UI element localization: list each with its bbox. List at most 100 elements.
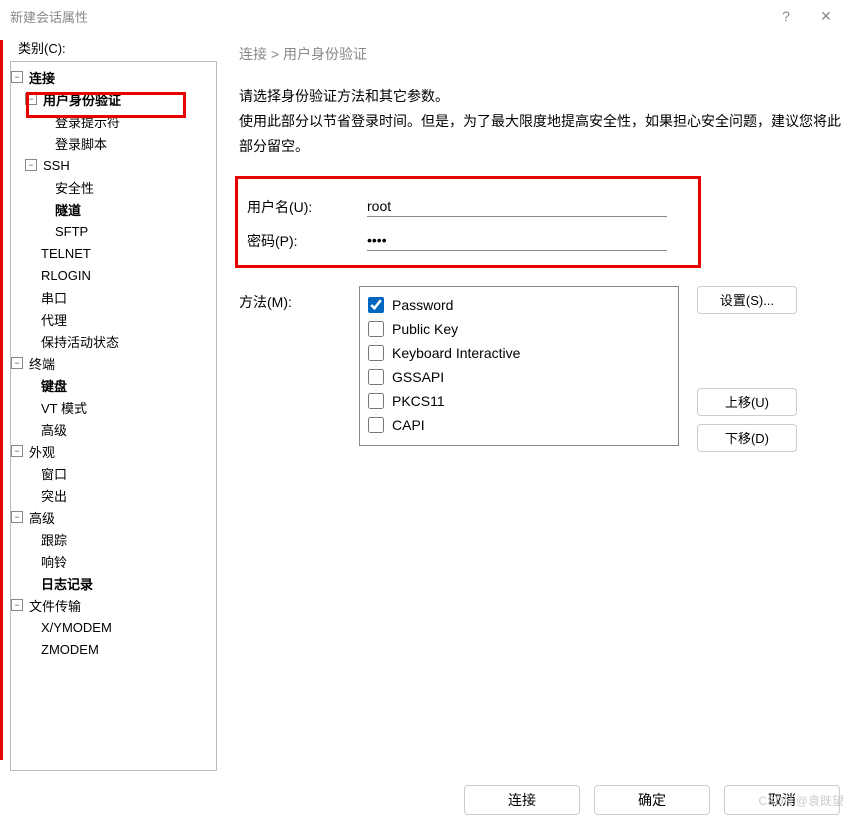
method-item[interactable]: Public Key [368,317,670,341]
tree-item-label: ZMODEM [39,642,101,657]
method-item[interactable]: PKCS11 [368,389,670,413]
tree-item[interactable]: 日志记录 [11,572,216,594]
method-label: Password [392,297,453,313]
username-label: 用户名(U): [247,197,367,217]
dialog-footer: 连接 确定 取消 [464,785,840,815]
tree-item[interactable]: TELNET [11,242,216,264]
annotation-edge [0,40,3,760]
tree-item[interactable]: 登录脚本 [11,132,216,154]
breadcrumb: 连接 > 用户身份验证 [239,44,846,64]
tree-item[interactable]: 高级 [11,418,216,440]
tree-item[interactable]: 登录提示符 [11,110,216,132]
move-down-button[interactable]: 下移(D) [697,424,797,452]
tree-item-label: 登录提示符 [53,112,122,131]
tree-item-label: 跟踪 [39,530,69,549]
tree-item[interactable]: −文件传输 [11,594,216,616]
titlebar: 新建会话属性 ? ✕ [0,0,856,32]
tree-item[interactable]: 键盘 [11,374,216,396]
password-input[interactable] [367,230,667,251]
tree-item-label: 安全性 [53,178,96,197]
tree-item[interactable]: 保持活动状态 [11,330,216,352]
tree-item[interactable]: 跟踪 [11,528,216,550]
tree-item-label: 登录脚本 [53,134,109,153]
tree-item[interactable]: −高级 [11,506,216,528]
password-label: 密码(P): [247,231,367,251]
tree-item-label: 突出 [39,486,69,505]
tree-item-label: 串口 [39,288,69,307]
method-checkbox[interactable] [368,417,384,433]
method-label: Public Key [392,321,458,337]
method-label: CAPI [392,417,425,433]
collapse-icon[interactable]: − [25,159,37,171]
tree-item[interactable]: ZMODEM [11,638,216,660]
method-checkbox[interactable] [368,393,384,409]
tree-item-label: RLOGIN [39,268,93,283]
collapse-icon[interactable]: − [11,71,23,83]
tree-item[interactable]: −外观 [11,440,216,462]
tree-item-label: VT 模式 [39,398,89,417]
tree-item[interactable]: SFTP [11,220,216,242]
tree-item-label: 文件传输 [27,596,83,615]
tree-item[interactable]: −用户身份验证 [11,88,216,110]
method-checkbox[interactable] [368,345,384,361]
tree-item-label: 保持活动状态 [39,332,121,351]
tree-item-label: 用户身份验证 [41,90,123,109]
tree-item-label: 响铃 [39,552,69,571]
category-tree[interactable]: −连接−用户身份验证登录提示符登录脚本−SSH安全性隧道SFTPTELNETRL… [10,61,217,771]
method-label: 方法(M): [239,286,359,452]
settings-button[interactable]: 设置(S)... [697,286,797,314]
method-list[interactable]: Password Public Key Keyboard Interactive GS… [359,286,679,446]
tree-item-label: 高级 [27,508,57,527]
tree-item-label: TELNET [39,246,93,261]
tree-item-label: 日志记录 [39,574,95,593]
tree-item[interactable]: X/YMODEM [11,616,216,638]
collapse-icon[interactable]: − [25,93,37,105]
help-icon[interactable]: ? [766,8,806,24]
tree-item[interactable]: VT 模式 [11,396,216,418]
tree-item-label: 隧道 [53,200,83,219]
tree-item-label: SSH [41,158,72,173]
tree-item[interactable]: 隧道 [11,198,216,220]
collapse-icon[interactable]: − [11,357,23,369]
tree-item[interactable]: −SSH [11,154,216,176]
tree-item-label: 代理 [39,310,69,329]
move-up-button[interactable]: 上移(U) [697,388,797,416]
method-item[interactable]: GSSAPI [368,365,670,389]
tree-item-label: X/YMODEM [39,620,114,635]
window-title: 新建会话属性 [10,7,88,26]
tree-item-label: 高级 [39,420,69,439]
tree-item[interactable]: 安全性 [11,176,216,198]
tree-item[interactable]: 窗口 [11,462,216,484]
method-item[interactable]: Keyboard Interactive [368,341,670,365]
method-item[interactable]: Password [368,293,670,317]
close-icon[interactable]: ✕ [806,8,846,25]
cancel-button[interactable]: 取消 [724,785,840,815]
tree-item[interactable]: 响铃 [11,550,216,572]
tree-item[interactable]: −连接 [11,66,216,88]
method-label: GSSAPI [392,369,444,385]
collapse-icon[interactable]: − [11,445,23,457]
tree-item-label: 窗口 [39,464,69,483]
method-checkbox[interactable] [368,369,384,385]
tree-item[interactable]: 代理 [11,308,216,330]
tree-item-label: 外观 [27,442,57,461]
method-label: Keyboard Interactive [392,345,520,361]
connect-button[interactable]: 连接 [464,785,580,815]
tree-item[interactable]: −终端 [11,352,216,374]
username-input[interactable] [367,196,667,217]
method-label: PKCS11 [392,393,445,409]
collapse-icon[interactable]: − [11,599,23,611]
method-checkbox[interactable] [368,297,384,313]
method-checkbox[interactable] [368,321,384,337]
tree-item[interactable]: 突出 [11,484,216,506]
tree-item-label: 键盘 [39,376,69,395]
method-item[interactable]: CAPI [368,413,670,437]
credentials-area: 用户名(U): 密码(P): [239,178,846,272]
description: 请选择身份验证方法和其它参数。 使用此部分以节省登录时间。但是，为了最大限度地提… [239,84,846,160]
tree-item[interactable]: 串口 [11,286,216,308]
tree-item[interactable]: RLOGIN [11,264,216,286]
tree-item-label: 连接 [27,68,57,87]
ok-button[interactable]: 确定 [594,785,710,815]
collapse-icon[interactable]: − [11,511,23,523]
category-label: 类别(C): [18,38,217,57]
